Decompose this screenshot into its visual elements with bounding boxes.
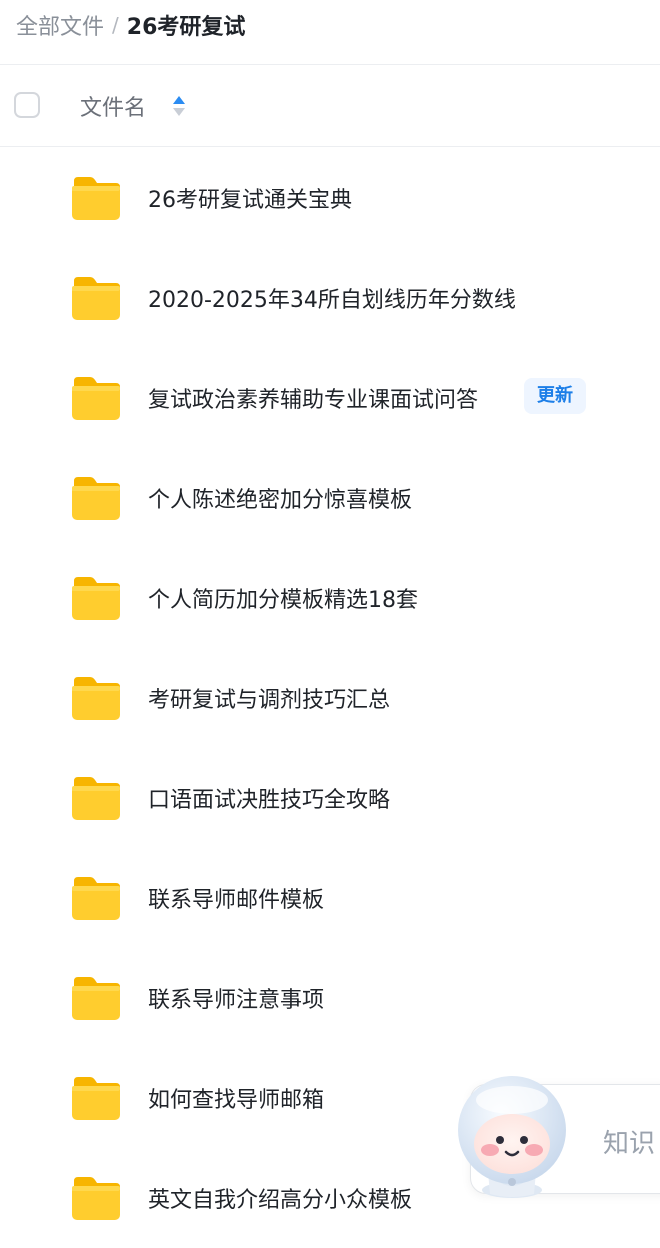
folder-icon [72,1177,120,1220]
list-item[interactable]: 口语面试决胜技巧全攻略 [0,748,660,848]
list-item[interactable]: 考研复试与调剂技巧汇总 [0,648,660,748]
folder-icon [72,577,120,620]
breadcrumb-all-files-link[interactable]: 全部文件 [16,9,104,41]
column-header-filename[interactable]: 文件名 [80,90,146,122]
folder-icon [72,877,120,920]
list-item[interactable]: 2020-2025年34所自划线历年分数线 [0,248,660,348]
list-item[interactable]: 26考研复试通关宝典 [0,148,660,248]
list-item[interactable]: 个人陈述绝密加分惊喜模板 [0,448,660,548]
folder-name[interactable]: 2020-2025年34所自划线历年分数线 [148,282,516,314]
folder-icon [72,977,120,1020]
breadcrumb-current-folder: 26考研复试 [126,15,246,40]
list-item[interactable]: 联系导师注意事项 [0,948,660,1048]
breadcrumb-separator: / [112,13,119,37]
folder-name[interactable]: 26考研复试通关宝典 [148,182,352,214]
mascot-avatar-icon[interactable] [448,1072,578,1200]
folder-name[interactable]: 联系导师邮件模板 [148,882,324,914]
folder-icon [72,477,120,520]
folder-icon [72,377,120,420]
update-badge: 更新 [524,378,586,414]
folder-name[interactable]: 考研复试与调剂技巧汇总 [148,682,390,714]
list-item[interactable]: 联系导师邮件模板 [0,848,660,948]
folder-icon [72,777,120,820]
list-item[interactable]: 个人简历加分模板精选18套 [0,548,660,648]
folder-icon [72,177,120,220]
folder-name[interactable]: 口语面试决胜技巧全攻略 [148,782,390,814]
folder-name[interactable]: 复试政治素养辅助专业课面试问答 [148,382,478,414]
folder-name[interactable]: 个人陈述绝密加分惊喜模板 [148,482,412,514]
folder-icon [72,277,120,320]
folder-name[interactable]: 英文自我介绍高分小众模板 [148,1182,412,1214]
list-item[interactable]: 复试政治素养辅助专业课面试问答 更新 [0,348,660,448]
sort-toggle-icon[interactable] [172,94,186,118]
folder-icon [72,1077,120,1120]
assistant-label: 知识 [603,1129,656,1159]
folder-name[interactable]: 个人简历加分模板精选18套 [148,582,418,614]
folder-icon [72,677,120,720]
folder-name[interactable]: 联系导师注意事项 [148,982,324,1014]
folder-name[interactable]: 如何查找导师邮箱 [148,1082,324,1114]
header-divider [0,64,660,65]
list-header-divider [0,146,660,147]
list-header: 文件名 [0,66,660,146]
breadcrumb: 全部文件 / 26考研复试 [16,8,245,42]
select-all-checkbox[interactable] [14,92,40,118]
